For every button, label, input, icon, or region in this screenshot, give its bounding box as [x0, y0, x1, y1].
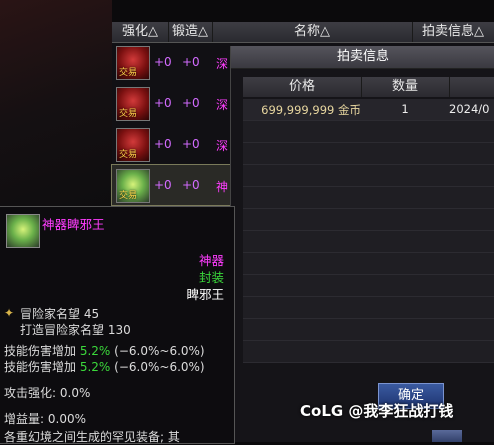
- fame-value: 45: [83, 307, 100, 321]
- panel-header: 价格 数量: [243, 77, 494, 97]
- forge-value: +0: [182, 96, 200, 110]
- gain-line: 增益量: 0.00%: [4, 410, 86, 427]
- item-name: 深: [216, 98, 229, 112]
- item-name: 深: [216, 139, 229, 153]
- col-enhance[interactable]: 强化△: [112, 22, 169, 42]
- col-name[interactable]: 名称△: [212, 22, 413, 42]
- trade-tag: 交易: [119, 68, 138, 78]
- tooltip-set-name: 睥邪王: [186, 287, 224, 302]
- fame-line: 冒险家名望 45: [20, 305, 99, 322]
- artifact-icon: [6, 214, 40, 248]
- watermark: CoLG @我李狂战打钱: [300, 402, 454, 420]
- price-row-empty[interactable]: [243, 253, 494, 275]
- skill-damage-line: 技能伤害增加 5.2% (−6.0%~6.0%): [4, 358, 205, 375]
- skill-damage-line: 技能伤害增加 5.2% (−6.0%~6.0%): [4, 342, 205, 359]
- col-quantity[interactable]: 数量: [361, 77, 450, 97]
- search-icon[interactable]: [432, 430, 462, 442]
- attack-enhance-label: 攻击强化:: [4, 386, 57, 400]
- enhance-value: +0: [154, 137, 172, 151]
- price-row-empty[interactable]: [243, 143, 494, 165]
- tooltip-description: 各重幻境之间生成的罕见装备; 其: [4, 430, 180, 444]
- price-row-empty[interactable]: [243, 231, 494, 253]
- quantity-value: 1: [401, 102, 409, 116]
- attack-enhance-line: 攻击强化: 0.0%: [4, 384, 90, 401]
- skill-damage-range: (−6.0%~6.0%): [114, 344, 205, 358]
- date-value: 2024/0: [449, 102, 490, 116]
- col-auction-info[interactable]: 拍卖信息△: [412, 22, 494, 42]
- price-row-empty[interactable]: [243, 187, 494, 209]
- price-row[interactable]: 699,999,999 金币 1 2024/0: [243, 99, 494, 121]
- enhance-value: +0: [154, 55, 172, 69]
- equipment-icon[interactable]: 交易: [116, 46, 150, 80]
- col-price[interactable]: 价格: [243, 77, 362, 97]
- artifact-icon[interactable]: 交易: [116, 169, 150, 203]
- forge-fame-value: 130: [107, 323, 131, 337]
- enhance-value: +0: [154, 178, 172, 192]
- skill-damage-value: 5.2%: [79, 344, 111, 358]
- price-row-empty[interactable]: [243, 121, 494, 143]
- price-row-empty[interactable]: [243, 319, 494, 341]
- item-name: 神: [216, 180, 229, 194]
- panel-title[interactable]: 拍卖信息: [231, 46, 494, 69]
- equipment-icon[interactable]: 交易: [116, 128, 150, 162]
- skill-damage-label: 技能伤害增加: [4, 360, 77, 374]
- gain-label: 增益量:: [4, 412, 45, 426]
- item-name: 深: [216, 57, 229, 71]
- forge-fame-line: 打造冒险家名望 130: [20, 321, 131, 338]
- equipment-icon[interactable]: 交易: [116, 87, 150, 121]
- auction-info-panel: 拍卖信息 价格 数量 699,999,999 金币 1 2024/0: [230, 46, 494, 442]
- skill-damage-value: 5.2%: [79, 360, 111, 374]
- price-row-empty[interactable]: [243, 341, 494, 363]
- auction-list-header: 强化△ 锻造△ 名称△ 拍卖信息△: [112, 22, 494, 43]
- trade-tag: 交易: [119, 191, 138, 201]
- col-date[interactable]: [449, 77, 494, 97]
- price-row-empty[interactable]: [243, 165, 494, 187]
- price-value: 699,999,999 金币: [261, 103, 361, 117]
- forge-value: +0: [182, 55, 200, 69]
- fame-label: 冒险家名望: [20, 307, 81, 321]
- gain-value: 0.00%: [47, 412, 86, 426]
- skill-damage-range: (−6.0%~6.0%): [114, 360, 205, 374]
- background-scene: [0, 0, 112, 210]
- forge-value: +0: [182, 137, 200, 151]
- skill-damage-label: 技能伤害增加: [4, 344, 77, 358]
- fame-crest-icon: ✦: [4, 306, 15, 320]
- enhance-value: +0: [154, 96, 172, 110]
- attack-enhance-value: 0.0%: [59, 386, 91, 400]
- price-row-empty[interactable]: [243, 297, 494, 319]
- price-row-empty[interactable]: [243, 209, 494, 231]
- tooltip-item-name: 神器睥邪王: [42, 217, 105, 232]
- trade-tag: 交易: [119, 150, 138, 160]
- forge-value: +0: [182, 178, 200, 192]
- forge-fame-label: 打造冒险家名望: [20, 323, 105, 337]
- trade-tag: 交易: [119, 109, 138, 119]
- price-row-empty[interactable]: [243, 275, 494, 297]
- col-forge[interactable]: 锻造△: [168, 22, 213, 42]
